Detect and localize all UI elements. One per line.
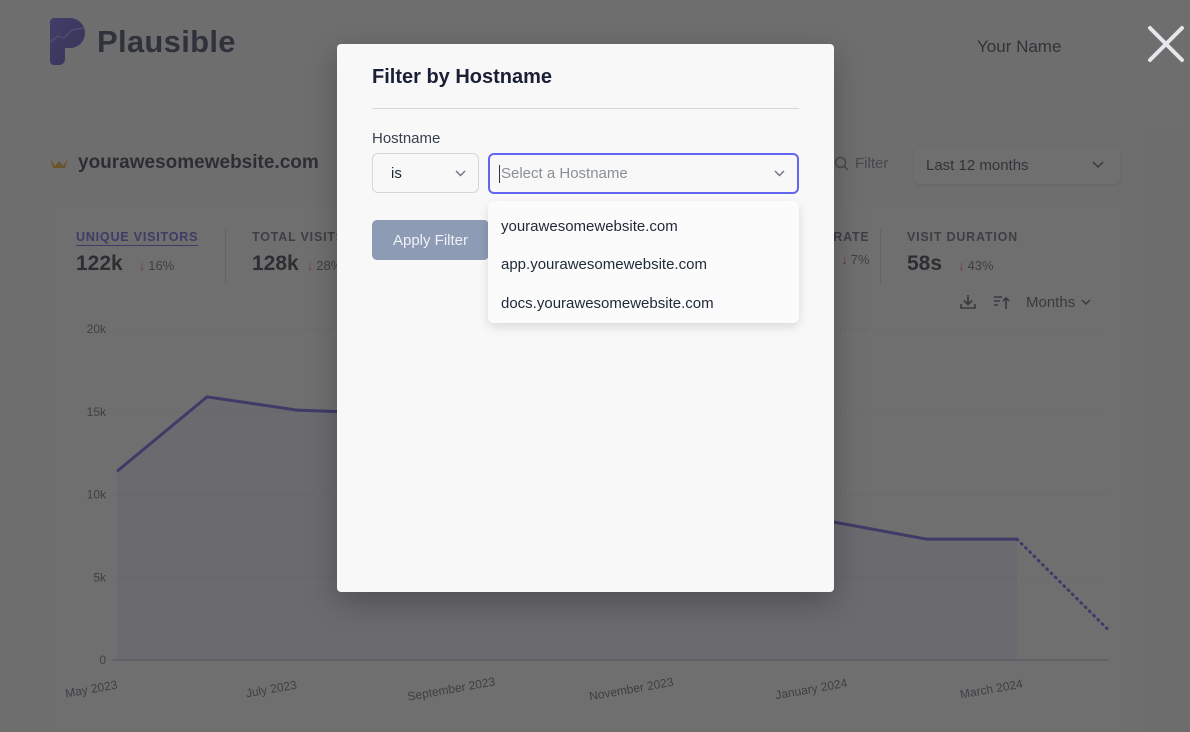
suggestion-item[interactable]: docs.yourawesomewebsite.com [488, 284, 799, 323]
operator-select[interactable]: is [372, 153, 479, 193]
filter-modal: Filter by Hostname Hostname is Apply Fil… [337, 44, 834, 592]
suggestion-item[interactable]: yourawesomewebsite.com [488, 207, 799, 246]
suggestion-item[interactable]: app.yourawesomewebsite.com [488, 246, 799, 285]
modal-title: Filter by Hostname [372, 66, 553, 88]
hostname-label: Hostname [372, 130, 441, 147]
hostname-input[interactable] [501, 165, 761, 182]
chevron-down-icon[interactable] [774, 170, 785, 177]
hostname-combobox[interactable] [488, 153, 799, 194]
chevron-down-icon [455, 170, 466, 176]
apply-filter-button[interactable]: Apply Filter [372, 220, 489, 260]
operator-value: is [391, 164, 402, 182]
modal-divider [372, 108, 799, 109]
close-icon[interactable] [1146, 24, 1186, 64]
text-cursor [499, 164, 500, 183]
hostname-suggestions: yourawesomewebsite.com app.yourawesomewe… [488, 201, 799, 323]
